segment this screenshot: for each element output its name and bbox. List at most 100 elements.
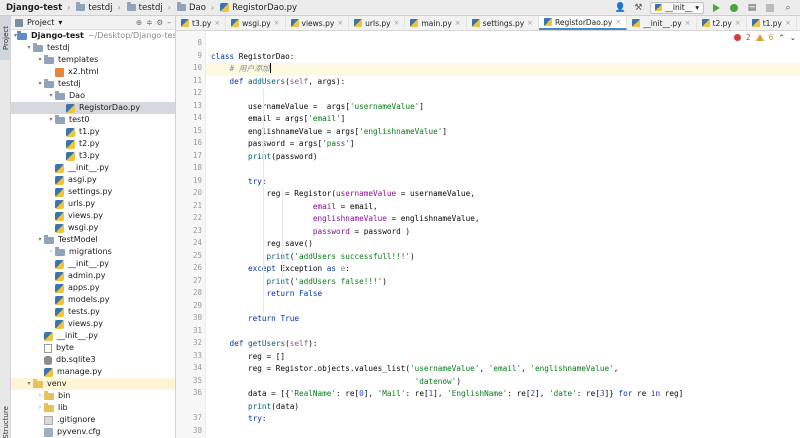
code-line[interactable]: 'datenow') <box>211 376 461 389</box>
close-icon[interactable]: × <box>394 19 400 27</box>
close-icon[interactable]: × <box>735 19 741 27</box>
debug-button[interactable] <box>728 2 740 14</box>
tree-item[interactable]: ▾ Django-test ~/Desktop/Django-test <box>11 30 175 42</box>
editor-tab[interactable]: __init__.py × <box>627 16 697 30</box>
tree-item[interactable]: apps.py <box>11 282 175 294</box>
code-line[interactable]: try: <box>211 413 267 426</box>
code-line[interactable]: englishnameValue = args['englishnameValu… <box>211 126 447 139</box>
tree-item[interactable]: settings.py <box>11 186 175 198</box>
tree-item[interactable]: __init__.py <box>11 330 175 342</box>
tree-item[interactable]: views.py <box>11 210 175 222</box>
user-icon[interactable]: 👤 <box>614 2 626 14</box>
project-view-select[interactable]: Project <box>27 18 54 27</box>
code-line[interactable]: def addUsers(self, args): <box>211 76 346 89</box>
editor-tab[interactable]: urls.py × <box>349 16 406 30</box>
close-icon[interactable]: × <box>455 19 461 27</box>
tree-item[interactable]: models.py <box>11 294 175 306</box>
code-line[interactable]: print(password) <box>211 151 317 164</box>
editor-tab[interactable]: views.py × <box>286 16 350 30</box>
editor-tab[interactable]: t1.py × <box>747 16 797 30</box>
code-line[interactable]: # 用户添加 <box>211 63 271 76</box>
structure-tool-tab[interactable]: Structure <box>0 406 11 438</box>
code-area[interactable]: 8 9 10 11 12 13 14 15 16 17 18 19 20 21 22 23 24 25 26 27 28… <box>176 31 800 438</box>
code-line[interactable]: password = password ) <box>211 226 410 239</box>
breadcrumb-folder[interactable]: testdj <box>70 2 112 13</box>
tree-item[interactable]: RegistorDao.py <box>11 102 175 114</box>
tree-item[interactable]: manage.py <box>11 366 175 378</box>
tree-item[interactable]: ▾ templates <box>11 54 175 66</box>
collapse-icon[interactable]: ≑ <box>146 18 152 27</box>
code-line[interactable]: email = email, <box>211 201 378 214</box>
code-line[interactable]: password = args['pass'] <box>211 138 355 151</box>
locate-icon[interactable]: ⊕ <box>136 18 142 27</box>
tree-item[interactable]: byte <box>11 342 175 354</box>
code-line[interactable]: data = [{'RealName': re[0], 'Mail': re[1… <box>211 388 683 401</box>
inspection-widget[interactable]: 2 6 ⌃ ⌄ <box>733 33 796 42</box>
close-icon[interactable]: × <box>615 18 621 26</box>
code-line[interactable]: reg.save() <box>211 238 313 251</box>
close-icon[interactable]: × <box>274 19 280 27</box>
run-configuration-select[interactable]: __init__ ▾ <box>650 1 704 14</box>
code-line[interactable]: print(data) <box>211 401 299 414</box>
tree-item[interactable]: t3.py <box>11 150 175 162</box>
code-lines[interactable]: class RegistorDao: # 用户添加 def addUsers(s… <box>206 31 800 438</box>
code-line[interactable]: email = args['email'] <box>211 113 345 126</box>
editor-tab[interactable]: wsgi.py × <box>226 16 286 30</box>
tree-item[interactable]: › migrations <box>11 246 175 258</box>
hammer-icon[interactable]: ⚒ <box>632 2 644 14</box>
chevron-up-icon[interactable]: ⌃ <box>778 33 784 42</box>
tree-item[interactable]: views.py <box>11 318 175 330</box>
chevron-down-icon[interactable]: ▾ <box>36 54 44 66</box>
tree-item[interactable]: t1.py <box>11 126 175 138</box>
code-line[interactable]: except Exception as e: <box>211 263 350 276</box>
chevron-down-icon[interactable]: ⌄ <box>790 33 796 42</box>
tree-item[interactable]: ▾ testdj <box>11 78 175 90</box>
close-icon[interactable]: × <box>337 19 343 27</box>
tree-item[interactable]: db.sqlite3 <box>11 354 175 366</box>
close-icon[interactable]: × <box>685 19 691 27</box>
project-tool-tab[interactable]: Project <box>0 16 11 60</box>
code-line[interactable]: print('addUsers false!!!') <box>211 276 387 289</box>
search-icon[interactable]: ⌕ <box>782 2 794 14</box>
tree-item[interactable]: tests.py <box>11 306 175 318</box>
tree-item[interactable]: › lib <box>11 402 175 414</box>
code-line[interactable]: return False <box>211 288 323 301</box>
tree-item[interactable]: t2.py <box>11 138 175 150</box>
code-line[interactable]: reg = Registor.objects.values_list('user… <box>211 363 618 376</box>
chevron-right-icon[interactable]: › <box>47 246 55 258</box>
tree-item[interactable]: .gitignore <box>11 414 175 426</box>
breadcrumb-file[interactable]: RegistorDao.py <box>214 3 297 13</box>
code-line[interactable]: print('addUsers successfull!!!') <box>211 251 415 264</box>
editor-tab[interactable]: t3.py × <box>176 16 227 30</box>
editor-tab[interactable]: RegistorDao.py × <box>539 16 628 30</box>
editor-tab[interactable]: t2.py × <box>697 16 747 30</box>
chevron-down-icon[interactable]: ▾ <box>58 18 62 27</box>
close-icon[interactable]: × <box>214 19 220 27</box>
chevron-down-icon[interactable]: ▾ <box>47 114 55 126</box>
tree-item[interactable]: ▾ Dao <box>11 90 175 102</box>
tree-item[interactable]: wsgi.py <box>11 222 175 234</box>
editor-tab[interactable]: settings.py × <box>467 16 540 30</box>
tree-item[interactable]: pyvenv.cfg <box>11 426 175 438</box>
breadcrumb-folder[interactable]: Dao <box>171 2 206 13</box>
tree-item[interactable]: asgi.py <box>11 174 175 186</box>
hide-icon[interactable]: – <box>167 18 171 27</box>
chevron-down-icon[interactable]: ▾ <box>25 42 33 54</box>
code-line[interactable]: reg = Registor(usernameValue = usernameV… <box>211 188 475 201</box>
tree-item[interactable]: ▾ testdj <box>11 42 175 54</box>
tree-item[interactable]: ▾ TestModel <box>11 234 175 246</box>
chevron-down-icon[interactable]: ▾ <box>25 378 33 390</box>
chevron-down-icon[interactable]: ▾ <box>36 78 44 90</box>
code-line[interactable]: class RegistorDao: <box>211 51 294 64</box>
tree-item[interactable]: admin.py <box>11 270 175 282</box>
tree-item[interactable]: ▾ test0 <box>11 114 175 126</box>
code-line[interactable]: def getUsers(self): <box>211 338 318 351</box>
tree-item[interactable]: urls.py <box>11 198 175 210</box>
close-icon[interactable]: × <box>527 19 533 27</box>
tree-item[interactable]: __init__.py <box>11 258 175 270</box>
tree-item[interactable]: __init__.py <box>11 162 175 174</box>
close-icon[interactable]: × <box>785 19 791 27</box>
tree-item[interactable]: › bin <box>11 390 175 402</box>
coverage-button[interactable]: ▤ <box>746 2 758 14</box>
chevron-right-icon[interactable]: › <box>36 390 44 402</box>
